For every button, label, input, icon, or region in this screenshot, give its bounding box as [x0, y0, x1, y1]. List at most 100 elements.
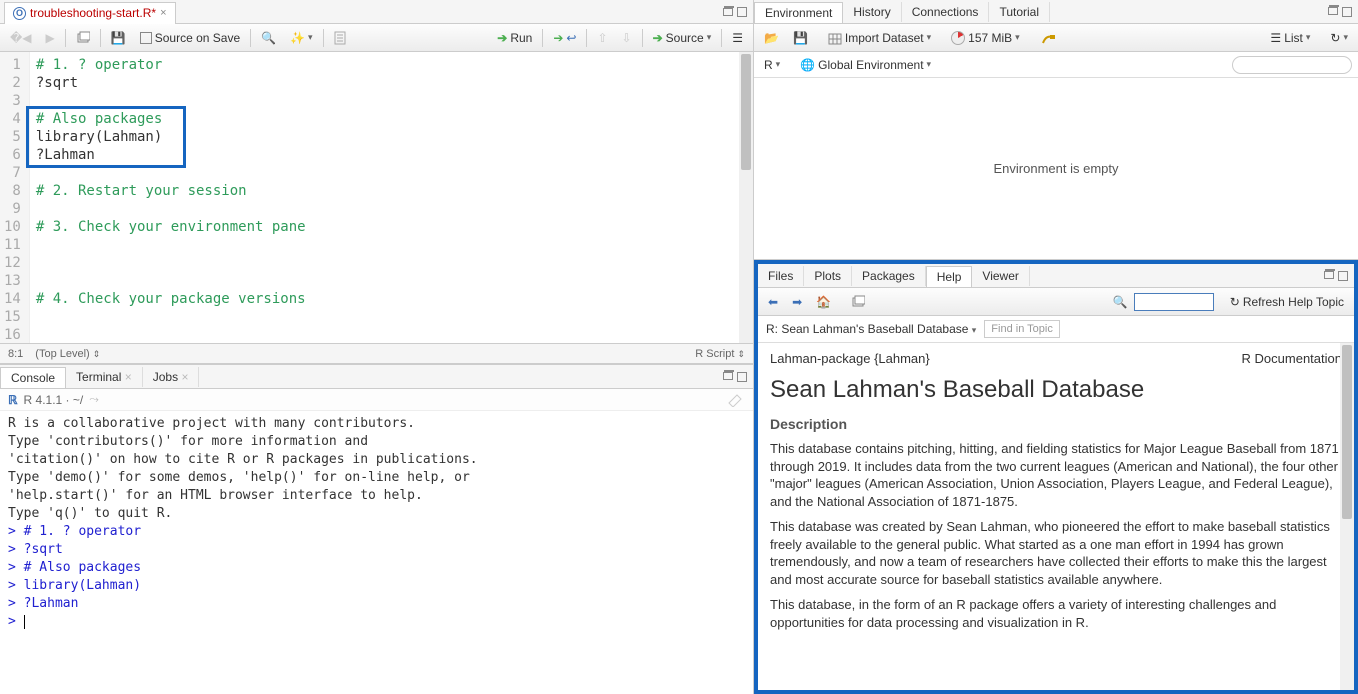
minimize-pane-icon[interactable]: [723, 8, 733, 16]
maximize-console-icon[interactable]: [737, 372, 747, 382]
go-down-icon[interactable]: ⇩: [618, 30, 636, 46]
help-content[interactable]: Lahman-package {Lahman} R Documentation …: [758, 343, 1354, 690]
tab-tutorial[interactable]: Tutorial: [989, 2, 1050, 22]
console-line: Type 'q()' to quit R.: [8, 505, 745, 523]
source-on-save-checkbox[interactable]: Source on Save: [136, 30, 244, 46]
r-scope-selector[interactable]: R ▾: [760, 57, 784, 73]
code-line[interactable]: [36, 272, 747, 290]
tab-terminal[interactable]: Terminal ×: [66, 367, 143, 387]
source-button[interactable]: ➔ Source ▾: [649, 30, 716, 46]
find-icon[interactable]: 🔍: [257, 30, 280, 46]
run-button[interactable]: ➔ Run: [493, 30, 536, 46]
memory-usage[interactable]: 157 MiB ▾: [947, 30, 1024, 46]
help-pane: Files Plots Packages Help Viewer ⬅ ➡ 🏠 🔍: [754, 260, 1358, 694]
help-search-input[interactable]: [1134, 293, 1214, 311]
refresh-help-button[interactable]: ↻ Refresh Help Topic: [1226, 294, 1348, 310]
tab-console[interactable]: Console: [0, 367, 66, 388]
env-tab-bar: Environment History Connections Tutorial: [754, 0, 1358, 24]
clear-env-icon[interactable]: [1036, 30, 1060, 46]
tab-plots[interactable]: Plots: [804, 266, 852, 286]
code-editor[interactable]: 12345678910111213141516 # 1. ? operator?…: [0, 52, 753, 343]
editor-tab[interactable]: O troubleshooting-start.R* ×: [4, 2, 176, 24]
code-line[interactable]: [36, 200, 747, 218]
maximize-help-icon[interactable]: [1338, 271, 1348, 281]
console-prompt-line: > library(Lahman): [8, 577, 745, 595]
outline-icon[interactable]: ☰: [728, 30, 747, 46]
maximize-env-icon[interactable]: [1342, 7, 1352, 17]
help-home-icon[interactable]: 🏠: [812, 294, 835, 310]
console-cursor-line[interactable]: >: [8, 613, 745, 631]
tab-packages[interactable]: Packages: [852, 266, 926, 286]
help-back-icon[interactable]: ⬅: [764, 294, 782, 310]
forward-icon[interactable]: ▶: [42, 30, 59, 46]
code-line[interactable]: [36, 308, 747, 326]
code-line[interactable]: ?Lahman: [36, 146, 747, 164]
console-line: 'help.start()' for an HTML browser inter…: [8, 487, 745, 505]
minimize-console-icon[interactable]: [723, 372, 733, 380]
editor-toolbar: �◀ ▶ 💾 Source on Save 🔍 ✨▾ ➔ Run ➔↩ ⇧: [0, 24, 753, 52]
tab-help[interactable]: Help: [926, 266, 973, 287]
minimize-env-icon[interactable]: [1328, 7, 1338, 15]
language-selector[interactable]: R Script ⇕: [695, 348, 745, 360]
help-breadcrumb: R: Sean Lahman's Baseball Database ▾ Fin…: [758, 316, 1354, 343]
console-prompt-line: > ?Lahman: [8, 595, 745, 613]
show-in-new-window-icon[interactable]: [72, 30, 94, 46]
maximize-pane-icon[interactable]: [737, 7, 747, 17]
import-dataset-button[interactable]: Import Dataset ▾: [824, 30, 935, 46]
tab-viewer[interactable]: Viewer: [972, 266, 1029, 286]
console-prompt-line: > ?sqrt: [8, 541, 745, 559]
console-output[interactable]: R is a collaborative project with many c…: [0, 411, 753, 694]
session-arrow-icon[interactable]: ⤳: [89, 392, 99, 407]
code-line[interactable]: [36, 164, 747, 182]
help-paragraph-1: This database contains pitching, hitting…: [770, 440, 1342, 510]
wand-icon[interactable]: ✨▾: [286, 30, 316, 46]
tab-files[interactable]: Files: [758, 266, 804, 286]
tab-connections[interactable]: Connections: [902, 2, 990, 22]
env-scope-bar: R ▾ 🌐 Global Environment ▾ 🔍: [754, 52, 1358, 78]
editor-scrollbar[interactable]: [739, 52, 753, 343]
code-line[interactable]: ?sqrt: [36, 74, 747, 92]
globe-icon: 🌐: [800, 58, 815, 72]
global-env-selector[interactable]: 🌐 Global Environment ▾: [796, 57, 935, 73]
help-scrollbar[interactable]: [1340, 343, 1354, 690]
notebook-icon[interactable]: [330, 30, 350, 46]
rerun-icon[interactable]: ➔↩: [549, 30, 580, 46]
go-up-icon[interactable]: ⇧: [593, 30, 611, 46]
minimize-help-icon[interactable]: [1324, 271, 1334, 279]
back-icon[interactable]: �◀: [6, 30, 36, 46]
code-line[interactable]: # 3. Check your environment pane: [36, 218, 747, 236]
environment-body: Environment is empty: [754, 78, 1358, 259]
tab-history[interactable]: History: [843, 2, 901, 22]
save-workspace-icon[interactable]: 💾: [789, 30, 812, 46]
view-mode-selector[interactable]: ☰ List ▾: [1266, 30, 1314, 46]
memory-gauge-icon: [951, 31, 965, 45]
help-topic-selector[interactable]: R: Sean Lahman's Baseball Database ▾: [766, 322, 976, 336]
help-popout-icon[interactable]: [847, 294, 869, 310]
code-line[interactable]: # Also packages: [36, 110, 747, 128]
code-line[interactable]: library(Lahman): [36, 128, 747, 146]
console-info-bar: ℝ R 4.1.1 · ~/ ⤳: [0, 389, 753, 411]
console-prompt-line: > # Also packages: [8, 559, 745, 577]
refresh-env-icon[interactable]: ↻▾: [1326, 30, 1352, 46]
tab-environment[interactable]: Environment: [754, 2, 843, 23]
scope-selector[interactable]: (Top Level) ⇕: [35, 348, 100, 360]
code-line[interactable]: [36, 326, 747, 343]
find-in-topic-input[interactable]: Find in Topic: [984, 320, 1060, 338]
code-line[interactable]: # 2. Restart your session: [36, 182, 747, 200]
save-icon[interactable]: 💾: [107, 30, 130, 46]
help-tab-bar: Files Plots Packages Help Viewer: [758, 264, 1354, 288]
r-logo-icon: ℝ: [8, 393, 18, 407]
env-search-input[interactable]: [1232, 56, 1352, 74]
code-line[interactable]: [36, 236, 747, 254]
code-line[interactable]: [36, 254, 747, 272]
code-line[interactable]: [36, 92, 747, 110]
tab-jobs[interactable]: Jobs ×: [143, 367, 200, 387]
search-help-icon: 🔍: [1113, 295, 1128, 309]
clear-console-icon[interactable]: [727, 393, 745, 407]
code-line[interactable]: # 1. ? operator: [36, 56, 747, 74]
console-line: 'citation()' on how to cite R or R packa…: [8, 451, 745, 469]
code-line[interactable]: # 4. Check your package versions: [36, 290, 747, 308]
load-workspace-icon[interactable]: 📂: [760, 30, 783, 46]
help-forward-icon[interactable]: ➡: [788, 294, 806, 310]
close-tab-icon[interactable]: ×: [160, 7, 166, 19]
